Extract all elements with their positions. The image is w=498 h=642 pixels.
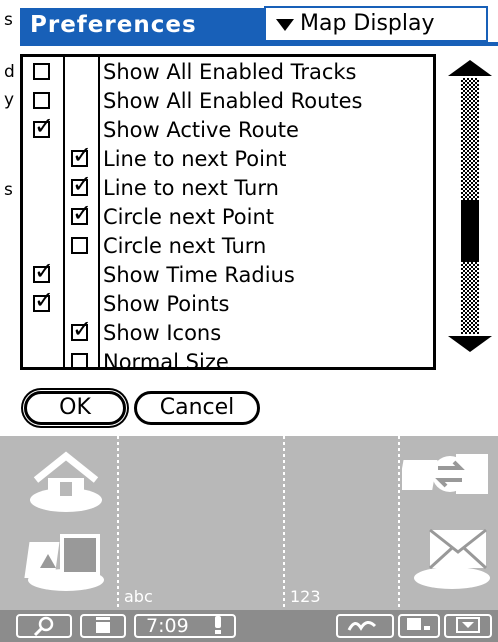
alert-icon[interactable] — [208, 614, 228, 638]
checkbox-checked[interactable] — [71, 317, 92, 341]
search-icon — [33, 616, 54, 637]
scrollbar[interactable] — [444, 54, 494, 370]
list-row[interactable]: Show Time Radius — [23, 259, 433, 290]
cancel-button[interactable]: Cancel — [134, 391, 260, 425]
silk-separator — [398, 436, 400, 610]
row-label: Line to next Point — [103, 147, 287, 171]
menu-icon — [96, 617, 110, 633]
popup-triangle-icon — [276, 19, 294, 31]
row-label: Show Points — [103, 292, 230, 316]
row-label: Show All Enabled Routes — [103, 89, 363, 113]
list-row[interactable]: Show All Enabled Tracks — [23, 58, 433, 87]
abc-label: abc — [124, 587, 153, 606]
checkbox[interactable] — [71, 237, 88, 254]
silk-separator — [283, 436, 285, 610]
scroll-down-icon[interactable] — [448, 336, 492, 352]
row-label: Normal Size — [103, 350, 229, 370]
list-row[interactable]: Show All Enabled Routes — [23, 87, 433, 116]
num-label: 123 — [290, 587, 321, 606]
row-label: Circle next Turn — [103, 234, 267, 258]
form-title: Preferences — [20, 8, 264, 42]
applications-icon[interactable] — [24, 524, 108, 594]
list-row[interactable]: Normal Size — [23, 348, 433, 370]
checkbox-checked[interactable] — [33, 259, 54, 283]
row-label: Line to next Turn — [103, 176, 279, 200]
bleed-text: y — [4, 90, 15, 110]
title-rule — [20, 42, 498, 46]
row-label: Show All Enabled Tracks — [103, 60, 357, 84]
checkbox[interactable] — [71, 353, 88, 367]
checkbox[interactable] — [33, 92, 50, 109]
status-bar: 7:09 — [0, 610, 498, 642]
mail-icon[interactable] — [404, 518, 492, 592]
home-icon[interactable] — [26, 448, 106, 514]
row-label: Circle next Point — [103, 205, 274, 229]
row-label: Show Icons — [103, 321, 222, 345]
checkbox[interactable] — [33, 63, 50, 80]
graffiti-icon — [347, 621, 377, 631]
row-label: Show Active Route — [103, 118, 299, 142]
scroll-thumb[interactable] — [461, 200, 479, 262]
menu-button[interactable] — [80, 614, 126, 638]
category-popup[interactable]: Map Display — [264, 6, 488, 42]
checkbox-checked[interactable] — [33, 288, 54, 312]
scroll-up-icon[interactable] — [448, 60, 492, 76]
preferences-list: Show All Enabled Tracks Show All Enabled … — [20, 54, 436, 370]
input-area-button[interactable] — [398, 614, 440, 638]
find-button[interactable] — [16, 614, 72, 638]
bleed-text: s — [4, 10, 13, 30]
bleed-text: d — [4, 62, 15, 82]
checkbox-checked[interactable] — [71, 201, 92, 225]
bleed-text: s — [4, 180, 13, 200]
list-row[interactable]: Show Icons — [23, 317, 433, 348]
list-row[interactable]: Circle next Turn — [23, 232, 433, 261]
ok-button[interactable]: OK — [24, 391, 126, 425]
checkbox-checked[interactable] — [33, 114, 54, 138]
graffiti-area[interactable]: abc 123 — [0, 436, 498, 610]
list-row[interactable]: Circle next Point — [23, 201, 433, 232]
checkbox-checked[interactable] — [71, 172, 92, 196]
time-label: 7:09 — [146, 615, 189, 637]
hide-input-button[interactable] — [444, 614, 492, 638]
chevron-down-icon — [456, 617, 480, 633]
silk-separator — [117, 436, 119, 610]
sync-icon[interactable] — [402, 446, 492, 504]
input-area-icon — [407, 618, 430, 630]
graffiti-toggle-button[interactable] — [336, 614, 394, 638]
row-label: Show Time Radius — [103, 263, 295, 287]
checkbox-checked[interactable] — [71, 143, 92, 167]
popup-label: Map Display — [300, 11, 435, 36]
